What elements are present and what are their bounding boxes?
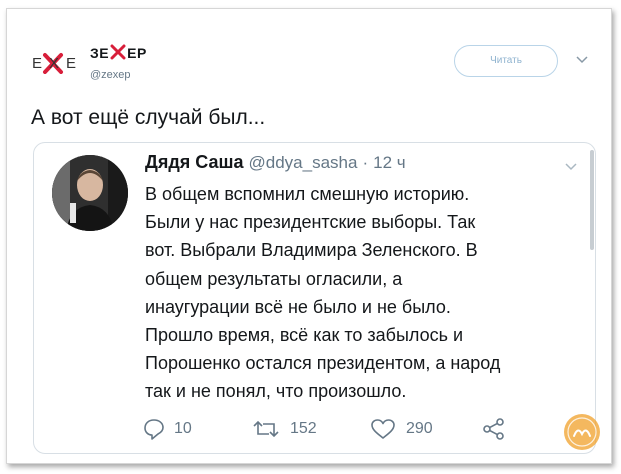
avatar[interactable]	[52, 155, 128, 231]
quoted-text-line: Были у нас президентские выборы. Так	[145, 212, 476, 233]
quoted-timestamp[interactable]: 12 ч	[373, 153, 406, 172]
chevron-down-icon[interactable]	[575, 55, 589, 65]
share-icon	[483, 418, 504, 440]
quoted-text-line: инаугурации всё не было и не было.	[145, 296, 451, 317]
tweet-text: А вот ещё случай был...	[31, 106, 266, 129]
quoted-tweet-body: В общем вспомнил смешную историю. Были у…	[145, 180, 585, 406]
quoted-text-line: вот. Выбрали Владимира Зеленского. В	[145, 240, 478, 261]
chevron-down-icon[interactable]	[564, 162, 578, 172]
avatar-photo	[52, 155, 128, 231]
quoted-author-name[interactable]: Дядя Саша	[145, 152, 244, 172]
reply-icon	[144, 419, 164, 440]
like-count: 290	[406, 420, 433, 437]
author-name-part-2: ЕР	[127, 45, 147, 61]
quoted-header: Дядя Саша @ddya_sasha · 12 ч	[145, 152, 406, 173]
retweet-count: 152	[290, 420, 317, 437]
quoted-text-line: Порошенко остался президентом, а народ	[145, 353, 501, 374]
quoted-text-line: общем результаты огласили, а	[145, 268, 403, 289]
scrollbar[interactable]	[590, 150, 594, 250]
author-name[interactable]: ЗЕ ЕР	[90, 44, 147, 61]
separator-dot: ·	[362, 153, 369, 172]
reply-count: 10	[174, 420, 192, 437]
retweet-icon	[253, 420, 279, 438]
like-icon	[371, 419, 395, 439]
author-logo[interactable]: EXE	[32, 53, 82, 75]
follow-button[interactable]: Читать	[454, 45, 558, 77]
logo-text: EXE	[32, 55, 84, 72]
name-x-icon	[110, 44, 126, 60]
quoted-author-handle[interactable]: @ddya_sasha	[249, 153, 358, 172]
author-name-part-1: ЗЕ	[90, 45, 110, 61]
watermark-logo	[564, 414, 600, 450]
author-handle[interactable]: @zexep	[90, 69, 131, 81]
quoted-text-line: так и не понял, что произошло.	[145, 381, 407, 402]
quoted-text-line: В общем вспомнил смешную историю.	[145, 184, 470, 204]
quoted-text-line: Прошло время, всё как то забылось и	[145, 325, 464, 346]
